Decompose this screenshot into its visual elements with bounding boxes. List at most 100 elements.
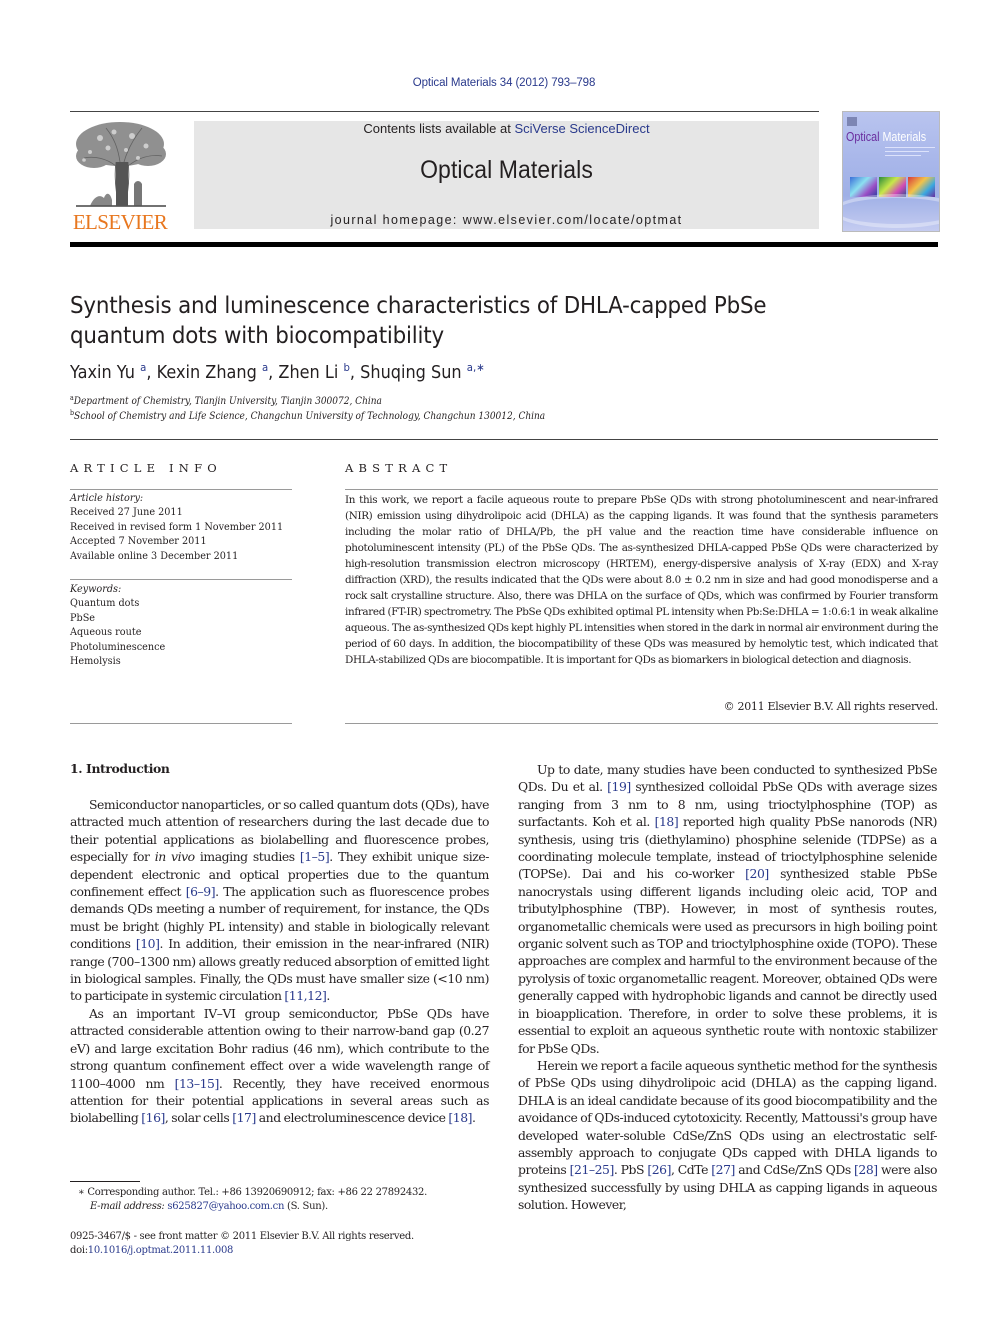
body-paragraph: Herein we report a facile aqueous synthe… [518,1057,937,1214]
cover-subtitle-line [885,147,935,148]
doi-line: doi:10.1016/j.optmat.2011.11.008 [70,1244,510,1259]
divider [70,723,292,724]
article-history: Article history: Received 27 June 2011 R… [70,491,293,563]
affiliation: aDepartment of Chemistry, Tianjin Univer… [70,395,382,408]
title-rule [70,439,938,440]
homepage-url[interactable]: www.elsevier.com/locate/optmat [463,213,683,227]
author-list: Yaxin Yu a, Kexin Zhang a, Zhen Li b, Sh… [70,361,485,383]
corresponding-author-note: ∗ Corresponding author. Tel.: +86 139206… [78,1186,518,1201]
email-link[interactable]: s625827@yahoo.com.cn [167,1201,284,1212]
author-name[interactable]: Kexin Zhang [157,363,257,383]
journal-title: Optical Materials [420,156,593,184]
doi-prefix: doi: [70,1245,88,1256]
footnote-marker: ∗ [78,1187,85,1198]
journal-cover-image[interactable]: Optical Materials [842,111,940,232]
text-run: , solar cells [164,1110,233,1126]
affiliation-text: Department of Chemistry, Tianjin Univers… [73,396,382,407]
citation-link[interactable]: [17] [232,1110,256,1125]
separator: , [349,363,361,383]
cover-subtitle-line [885,155,921,156]
text-run: , CdTe [670,1162,712,1178]
doi-link[interactable]: 10.1016/j.optmat.2011.11.008 [88,1245,234,1256]
corresponding-text: Corresponding author. Tel.: +86 13920690… [87,1187,427,1198]
author-name[interactable]: Zhen Li [278,363,338,383]
cover-title-part1: Optical [846,130,880,144]
history-label: Article history: [70,492,144,504]
keyword: Aqueous route [70,626,142,639]
text-run: synthesized stable PbSe nanocrystals usi… [518,866,937,1056]
abstract-heading: ABSTRACT [345,461,453,475]
affiliation-marker[interactable]: a,∗ [467,361,485,374]
article-info-heading: ARTICLE INFO [70,461,222,475]
citation-link[interactable]: [18] [655,814,679,829]
tree-icon [76,122,166,207]
history-item: Received 27 June 2011 [70,506,183,519]
text-run: and CdSe/ZnS QDs [734,1162,855,1178]
history-item: Received in revised form 1 November 2011 [70,520,284,533]
separator: , [146,363,157,383]
front-matter-line: 0925-3467/$ - see front matter © 2011 El… [70,1231,414,1242]
separator: , [268,363,279,383]
citation-link[interactable]: [21–25] [570,1162,615,1177]
body-paragraph: Up to date, many studies have been condu… [518,761,937,1057]
email-label: E-mail address: [90,1201,165,1212]
header-rule [70,111,819,112]
abstract-text: In this work, we report a facile aqueous… [345,494,938,666]
author-name[interactable]: Yaxin Yu [70,363,135,383]
citation-link[interactable]: [28] [854,1162,878,1177]
keyword: Quantum dots [70,597,140,610]
citation-link[interactable]: [18] [448,1110,472,1125]
divider [70,579,292,580]
cover-swirl [843,194,939,228]
history-item: Available online 3 December 2011 [70,549,239,562]
citation-link[interactable]: [13–15] [175,1076,220,1091]
citation-link[interactable]: [26] [647,1162,671,1177]
keywords-label: Keywords: [70,583,122,595]
text-run: . [326,988,330,1004]
journal-homepage: journal homepage: www.elsevier.com/locat… [194,213,819,227]
citation-link[interactable]: [20] [745,866,769,881]
footnote-rule [70,1181,140,1182]
text-run: and electroluminescence device [255,1110,449,1126]
homepage-prefix: journal homepage: [330,213,463,227]
keyword: PbSe [70,611,96,624]
cover-publisher-icon [847,117,857,126]
text-run: Herein we report a facile aqueous synthe… [518,1057,937,1178]
author-name[interactable]: Shuqing Sun [360,363,462,383]
email-suffix: (S. Sun). [284,1201,328,1212]
contents-availability: Contents lists available at SciVerse Sci… [194,121,819,136]
cover-subtitle-line [885,151,929,152]
body-paragraph: Semiconductor nanoparticles, or so calle… [70,796,489,1005]
text-run: . PbS [613,1162,648,1178]
text-run: . [472,1110,476,1126]
citation-link[interactable]: [1–5] [300,849,330,864]
keywords: Keywords: Quantum dots PbSe Aqueous rout… [70,582,293,668]
text-run: imaging studies [194,849,300,865]
citation-link[interactable]: [19] [607,779,631,794]
sciencedirect-link[interactable]: SciVerse ScienceDirect [514,121,649,136]
body-column-left: Semiconductor nanoparticles, or so calle… [70,796,489,1127]
cover-title: Optical Materials [846,130,926,144]
citation-link[interactable]: [11,12] [284,988,326,1003]
citation-link[interactable]: [6–9] [186,884,216,899]
citation-link[interactable]: [16] [141,1110,165,1125]
paper-title: Synthesis and luminescence characteristi… [70,293,767,349]
cover-photo-1 [850,177,877,197]
affiliation-text: School of Chemistry and Life Science, Ch… [74,411,546,422]
section-heading: 1. Introduction [70,761,170,776]
keyword: Photoluminescence [70,640,166,653]
history-item: Accepted 7 November 2011 [70,535,207,548]
journal-citation[interactable]: Optical Materials 34 (2012) 793–798 [0,77,992,89]
divider [345,723,938,724]
email-note: E-mail address: s625827@yahoo.com.cn (S.… [90,1200,530,1215]
cover-title-part2: Materials [882,130,927,144]
affiliation: bSchool of Chemistry and Life Science, C… [70,410,546,423]
abstract-copyright: © 2011 Elsevier B.V. All rights reserved… [723,700,939,713]
citation-link[interactable]: [10] [136,936,160,951]
citation-link[interactable]: [27] [711,1162,735,1177]
masthead-rule [70,242,938,247]
body-column-right: Up to date, many studies have been condu… [518,761,937,1214]
elsevier-wordmark: ELSEVIER [72,210,168,234]
contents-prefix: Contents lists available at [363,121,515,136]
keyword: Hemolysis [70,655,121,668]
